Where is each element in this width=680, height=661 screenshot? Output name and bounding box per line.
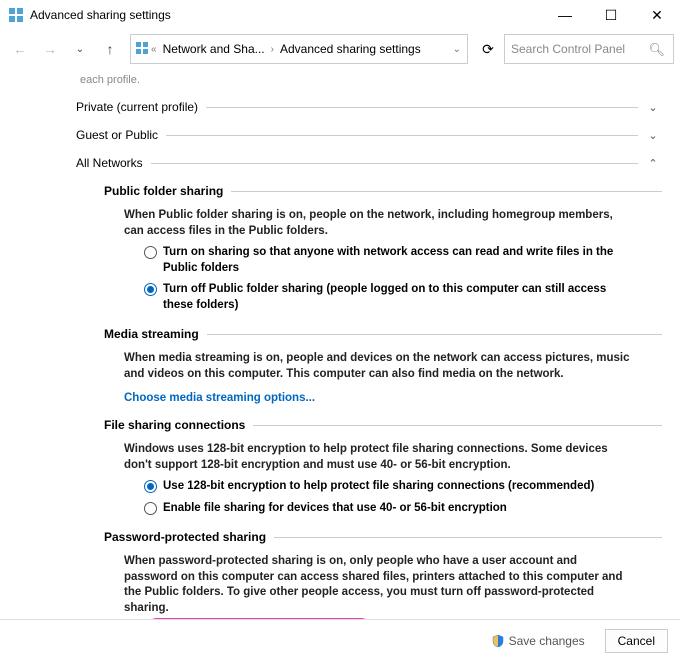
heading-file-sharing: File sharing connections [104, 418, 662, 432]
refresh-button[interactable]: ⟳ [474, 35, 502, 63]
chevron-up-icon: ⌃ [644, 157, 662, 170]
desc-public-folder: When Public folder sharing is on, people… [124, 208, 632, 239]
shield-icon [491, 634, 505, 648]
radio-40-56bit[interactable]: Enable file sharing for devices that use… [144, 501, 632, 517]
radio-icon [144, 246, 157, 259]
section-all-label: All Networks [76, 156, 143, 170]
address-icon [135, 41, 149, 58]
heading-media: Media streaming [104, 327, 662, 341]
back-button[interactable]: ← [6, 35, 34, 63]
maximize-button[interactable]: ☐ [588, 0, 634, 30]
radio-icon [144, 283, 157, 296]
radio-128bit[interactable]: Use 128-bit encryption to help protect f… [144, 479, 632, 495]
save-button[interactable]: Save changes [479, 629, 597, 653]
content-area: each profile. Private (current profile) … [0, 70, 680, 619]
cancel-button[interactable]: Cancel [605, 629, 668, 653]
truncated-text: each profile. [80, 74, 662, 86]
search-placeholder: Search Control Panel [511, 42, 625, 56]
section-private[interactable]: Private (current profile) ⌄ [76, 100, 662, 114]
search-input[interactable]: Search Control Panel 🔍︎ [504, 34, 674, 64]
navbar: ← → ⌄ ↑ « Network and Sha... › Advanced … [0, 30, 680, 68]
recent-dropdown[interactable]: ⌄ [66, 35, 94, 63]
search-icon: 🔍︎ [648, 42, 665, 58]
desc-password: When password-protected sharing is on, o… [124, 554, 632, 616]
section-guest-label: Guest or Public [76, 128, 158, 142]
address-bar[interactable]: « Network and Sha... › Advanced sharing … [130, 34, 468, 64]
address-dropdown-icon[interactable]: ⌄ [451, 44, 463, 55]
section-private-label: Private (current profile) [76, 100, 198, 114]
heading-public-folder: Public folder sharing [104, 184, 662, 198]
chevron-down-icon: ⌄ [644, 101, 662, 114]
forward-button[interactable]: → [36, 35, 64, 63]
radio-public-on[interactable]: Turn on sharing so that anyone with netw… [144, 245, 632, 276]
footer: Save changes Cancel [0, 619, 680, 661]
crumb-sep-icon: « [149, 44, 159, 55]
chevron-down-icon: ⌄ [644, 129, 662, 142]
section-all-networks[interactable]: All Networks ⌃ [76, 156, 662, 170]
titlebar: Advanced sharing settings — ☐ ✕ [0, 0, 680, 30]
window-title: Advanced sharing settings [30, 8, 542, 22]
crumb-advanced[interactable]: Advanced sharing settings [276, 42, 425, 56]
app-icon [8, 7, 24, 23]
chevron-right-icon: › [269, 44, 276, 55]
heading-password: Password-protected sharing [104, 530, 662, 544]
minimize-button[interactable]: — [542, 0, 588, 30]
radio-public-off[interactable]: Turn off Public folder sharing (people l… [144, 282, 632, 313]
link-media-options[interactable]: Choose media streaming options... [124, 392, 662, 404]
radio-icon [144, 480, 157, 493]
up-button[interactable]: ↑ [96, 35, 124, 63]
crumb-network[interactable]: Network and Sha... [159, 42, 269, 56]
close-button[interactable]: ✕ [634, 0, 680, 30]
desc-media: When media streaming is on, people and d… [124, 351, 632, 382]
desc-file-sharing: Windows uses 128-bit encryption to help … [124, 442, 632, 473]
radio-icon [144, 502, 157, 515]
section-guest[interactable]: Guest or Public ⌄ [76, 128, 662, 142]
